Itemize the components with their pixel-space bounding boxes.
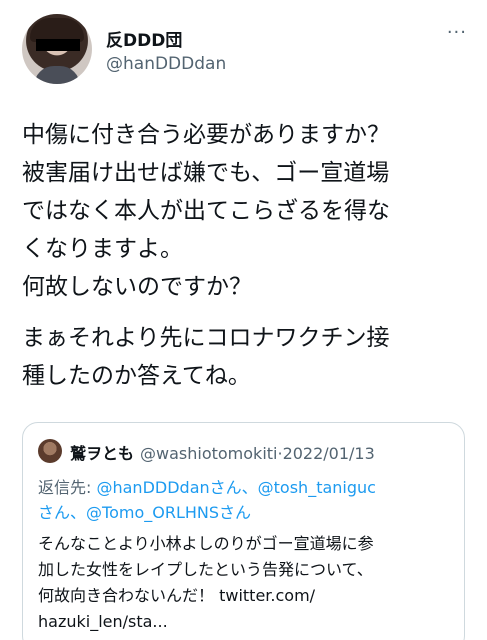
tweet-header: 反DDD団 @hanDDDdan ···: [22, 14, 467, 84]
tweet-line: 種したのか答えてね。: [22, 363, 251, 389]
quoted-tweet[interactable]: 鷲ヲとも @washiotomokiti·2022/01/13 返信先: @han…: [22, 422, 465, 640]
more-options-icon[interactable]: ···: [447, 22, 467, 43]
quoted-line[interactable]: hazuki_len/sta...: [38, 609, 458, 635]
quoted-tweet-body: そんなことより小林よしのりがゴー宣道場に参 加した女性をレイプしたという告発につ…: [38, 531, 458, 635]
mention-link[interactable]: @Tomo_ORLHNS: [86, 503, 219, 522]
quoted-line: そんなことより小林よしのりがゴー宣道場に参: [38, 534, 374, 553]
tweet-line: 被害届け出せば嫌でも、ゴー宣道場: [22, 160, 390, 186]
mention-suffix: さん、: [38, 503, 87, 522]
quoted-author-avatar: [38, 439, 62, 463]
mention-suffix: さん、: [209, 478, 258, 497]
quoted-author-handle: @washiotomokiti: [140, 444, 278, 463]
replying-to: 返信先: @hanDDDdanさん、@tosh_taniguc さん、@Tomo…: [38, 475, 458, 525]
mention-link[interactable]: @hanDDDdan: [96, 478, 209, 497]
author-handle[interactable]: @hanDDDdan: [106, 54, 226, 74]
mention-link[interactable]: @tosh_taniguc: [258, 478, 376, 497]
reply-prefix: 返信先:: [38, 478, 97, 497]
mention-suffix: さん: [219, 503, 252, 522]
quoted-tweet-header: 鷲ヲとも @washiotomokiti·2022/01/13: [70, 440, 375, 464]
author-display-name[interactable]: 反DDD団: [106, 26, 182, 51]
quoted-line: 加した女性をレイプしたという告発について、: [38, 560, 373, 579]
avatar-shirt: [34, 66, 80, 84]
quoted-author-name: 鷲ヲとも: [70, 444, 135, 463]
tweet-text: 中傷に付き合う必要がありますか？ 被害届け出せば嫌でも、ゴー宣道場 ではなく本人…: [22, 116, 467, 395]
quoted-tweet-date: ·2022/01/13: [277, 444, 375, 463]
avatar-censor-bar: [36, 39, 80, 51]
quoted-line[interactable]: 何故向き合わないんだ！ twitter.com/: [38, 583, 458, 609]
author-avatar[interactable]: [22, 14, 92, 84]
tweet-line: くなりますよ。: [22, 236, 183, 262]
tweet-line: ではなく本人が出てこらざるを得な: [22, 198, 390, 224]
tweet-line: 何故しないのですか？: [22, 274, 252, 300]
tweet-line: まぁそれより先にコロナワクチン接: [22, 325, 390, 351]
tweet-line: 中傷に付き合う必要がありますか？: [22, 122, 390, 148]
